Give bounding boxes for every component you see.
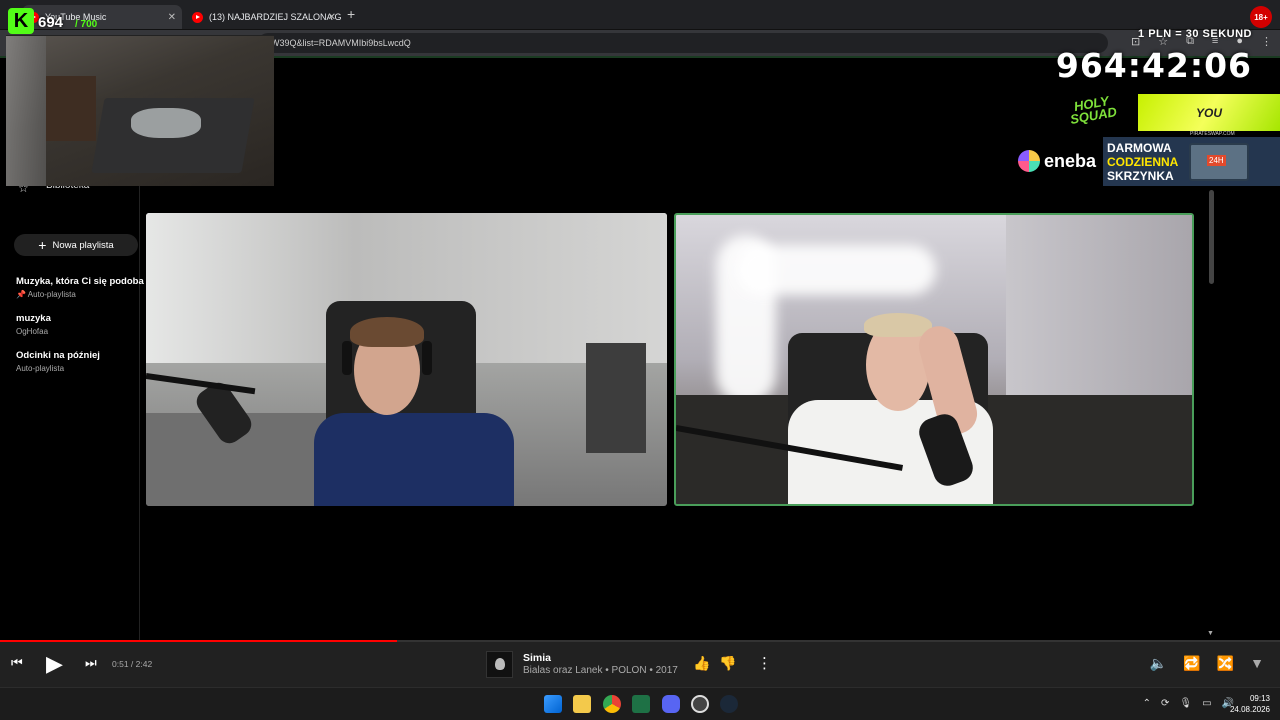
playlist-title: Muzyka, która Ci się podoba xyxy=(16,276,144,287)
windows-start-icon[interactable] xyxy=(544,695,562,713)
tab-youtube-video[interactable]: (13) NAJBARDZIEJ SZALONA G ✕ xyxy=(186,5,342,29)
room-camera-overlay xyxy=(6,35,274,186)
webcam-right xyxy=(674,213,1194,506)
chest-label: 24H xyxy=(1207,155,1226,166)
kick-logo-icon: K xyxy=(8,8,34,34)
song-subtitle[interactable]: Bialas oraz Lanek • POLON • 2017 xyxy=(523,665,678,676)
holy-squad-logo: HOLY SQUAD xyxy=(1069,93,1118,127)
chrome-icon[interactable] xyxy=(603,695,621,713)
scroll-down-icon[interactable]: ▼ xyxy=(1207,630,1214,637)
previous-icon[interactable]: ⏮ xyxy=(11,655,23,671)
player-bar: ⏮ ▶ ⏭ 0:51 / 2:42 Simia Bialas oraz Lane… xyxy=(0,642,1280,687)
sidebar: ☆ Biblioteka + Nowa playlista Muzyka, kt… xyxy=(0,180,144,642)
promo-line: SKRZYNKA xyxy=(1107,169,1174,183)
playlist-item[interactable]: muzyka OgHofaa xyxy=(16,313,140,336)
new-tab-button[interactable]: + xyxy=(347,6,355,22)
subathon-timer: 964:42:06 xyxy=(1055,46,1252,85)
close-icon[interactable]: ✕ xyxy=(168,12,176,23)
playlist-title: muzyka xyxy=(16,313,51,324)
playlist-title: Odcinki na później xyxy=(16,350,100,361)
promo-line: CODZIENNA xyxy=(1107,155,1179,169)
chevron-up-icon[interactable]: ⌃ xyxy=(1143,698,1151,709)
new-playlist-label: Nowa playlista xyxy=(52,239,114,251)
playlist-sub: OgHofaa xyxy=(16,327,49,336)
more-icon[interactable]: ⋮ xyxy=(757,654,772,672)
clock-date: 24.08.2026 xyxy=(1229,705,1270,714)
album-art[interactable] xyxy=(486,651,513,678)
excel-icon[interactable] xyxy=(632,695,650,713)
play-icon[interactable]: ▶ xyxy=(46,651,63,677)
expand-icon[interactable]: ▼ xyxy=(1250,655,1264,672)
plus-icon: + xyxy=(38,237,47,253)
promo-line: DARMOWA xyxy=(1107,141,1172,155)
neon-light xyxy=(736,245,936,295)
eneba-logo: eneba xyxy=(1018,150,1096,172)
volume-icon[interactable]: 🔈 xyxy=(1150,655,1167,672)
scrollbar[interactable] xyxy=(1209,190,1214,284)
playback-time: 0:51 / 2:42 xyxy=(112,659,153,669)
eneba-text: eneba xyxy=(1044,150,1097,171)
network-icon[interactable]: ▭ xyxy=(1202,698,1211,709)
obs-icon[interactable] xyxy=(691,695,709,713)
dislike-icon[interactable]: 👎 xyxy=(719,655,736,672)
playlist-sub: Auto-playlista xyxy=(16,364,65,373)
browser-tab-bar: YouTube Music ✕ (13) NAJBARDZIEJ SZALONA… xyxy=(0,0,1280,30)
sponsor-banner: YOU xyxy=(1138,94,1280,131)
eneba-icon xyxy=(1018,150,1040,172)
shuffle-icon[interactable]: 🔀 xyxy=(1217,655,1234,672)
tab-label: (13) NAJBARDZIEJ SZALONA G xyxy=(209,12,342,22)
sync-icon[interactable]: ⟳ xyxy=(1161,698,1169,709)
bed-sheet xyxy=(131,108,201,138)
youtube-icon xyxy=(192,11,203,23)
playlist-item[interactable]: Muzyka, która Ci się podoba 📌 Auto-playl… xyxy=(16,276,144,299)
steam-icon[interactable] xyxy=(720,695,738,713)
url-input[interactable]: W39Q&list=RDAMVMIbi9bsLwcdQ xyxy=(258,33,1108,53)
webcam-left xyxy=(146,213,667,506)
sub-count: 694 xyxy=(38,14,64,31)
file-explorer-icon[interactable] xyxy=(573,695,591,713)
playlist-item[interactable]: Odcinki na później Auto-playlista xyxy=(16,350,140,373)
clock-time: 09:13 xyxy=(1249,694,1270,703)
donation-rate: 1 PLN = 30 SEKUND xyxy=(1138,28,1252,40)
person-hair xyxy=(350,317,424,347)
playlist-sub: Auto-playlista xyxy=(27,290,76,299)
shelf xyxy=(46,76,96,141)
repeat-icon[interactable]: 🔁 xyxy=(1183,655,1200,672)
person-shirt xyxy=(314,413,514,506)
age-restriction-badge: 18+ xyxy=(1250,6,1272,28)
headphones xyxy=(422,341,432,375)
song-title[interactable]: Simia xyxy=(523,652,551,664)
chest-icon: 24H xyxy=(1189,143,1249,181)
taskbar: ⌃ ⟳ 🎙 ▭ 🔊 09:13 24.08.2026 xyxy=(0,687,1280,720)
new-playlist-button[interactable]: + Nowa playlista xyxy=(14,234,138,256)
menu-icon[interactable]: ⋮ xyxy=(1261,35,1272,48)
discord-icon[interactable] xyxy=(662,695,680,713)
clock[interactable]: 09:13 24.08.2026 xyxy=(1230,693,1270,715)
close-icon[interactable]: ✕ xyxy=(328,12,336,23)
headphones xyxy=(342,341,352,375)
curtain xyxy=(6,36,46,186)
microphone-icon[interactable]: 🎙 xyxy=(1179,698,1192,709)
pin-icon: 📌 xyxy=(16,290,28,299)
next-icon[interactable]: ⏭ xyxy=(85,655,97,671)
like-icon[interactable]: 👍 xyxy=(693,655,710,672)
daily-chest-promo: DARMOWA CODZIENNA SKRZYNKA 24H xyxy=(1103,137,1280,186)
sub-goal: / 700 xyxy=(75,19,98,30)
chair-background xyxy=(586,343,646,453)
